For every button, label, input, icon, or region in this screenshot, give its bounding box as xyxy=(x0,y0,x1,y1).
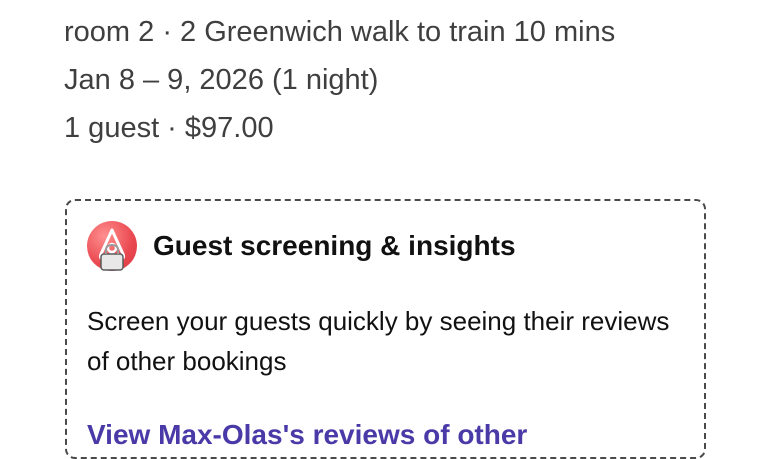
card-title: Guest screening & insights xyxy=(153,230,516,261)
airbnb-lock-badge-icon xyxy=(87,221,137,271)
listing-name: room 2 · 2 Greenwich walk to train 10 mi… xyxy=(64,16,616,48)
guest-screening-card: Guest screening & insights Screen your g… xyxy=(65,199,706,459)
card-description: Screen your guests quickly by seeing the… xyxy=(87,306,670,376)
guests-and-price: 1 guest · $97.00 xyxy=(64,112,274,144)
card-header: Guest screening & insights xyxy=(87,221,516,271)
stay-dates: Jan 8 – 9, 2026 (1 night) xyxy=(64,64,379,96)
view-guest-reviews-link[interactable]: View Max-Olas's reviews of other xyxy=(87,419,527,451)
reservation-summary: room 2 · 2 Greenwich walk to train 10 mi… xyxy=(64,8,744,152)
